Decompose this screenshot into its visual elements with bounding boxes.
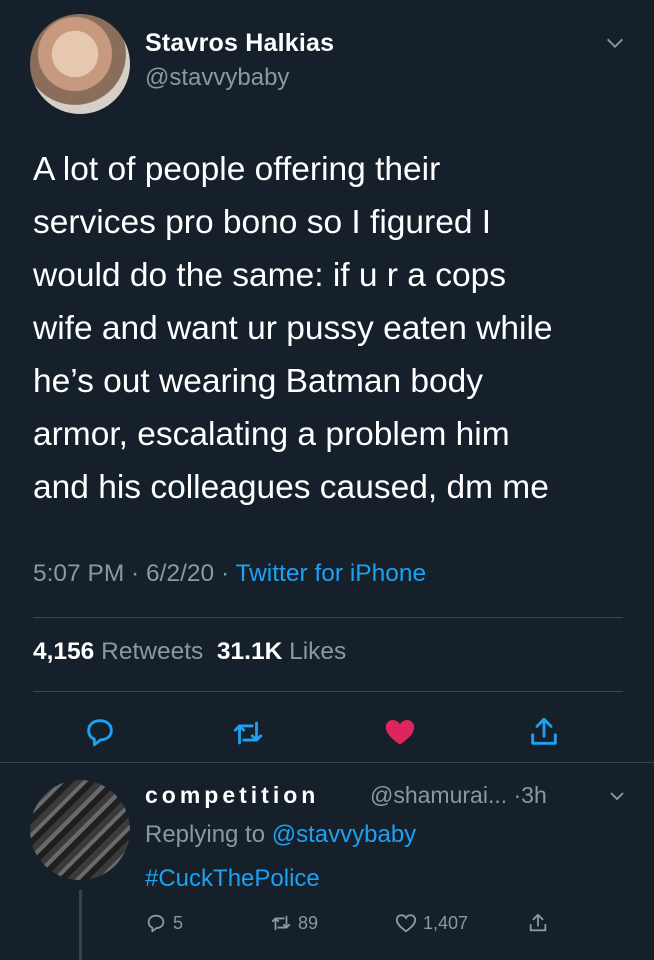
replying-to: Replying to @stavvybaby (145, 821, 416, 849)
share-icon (529, 913, 547, 932)
reply-retweet-button[interactable]: 89 (270, 912, 318, 934)
reply-reply-button[interactable]: 5 (145, 912, 183, 934)
retweet-count: 89 (298, 912, 319, 933)
divider (33, 691, 623, 692)
reply-icon[interactable] (83, 715, 117, 749)
tweet-source[interactable]: Twitter for iPhone (236, 560, 427, 587)
likes-stat[interactable]: 31.1K Likes (217, 638, 346, 665)
retweet-icon (271, 915, 291, 931)
reply-display-name[interactable]: competition (145, 782, 319, 809)
retweet-icon[interactable] (231, 716, 265, 750)
tweet-meta: 5:07 PM · 6/2/20 · Twitter for iPhone (33, 560, 426, 588)
reply-share-button[interactable] (527, 912, 549, 934)
reply-handle-time[interactable]: @shamurai... ·3h (370, 782, 547, 809)
reply-icon (147, 914, 165, 933)
tweet-time[interactable]: 5:07 PM (33, 560, 124, 587)
thread-line (79, 890, 82, 960)
reply-like-button[interactable]: 1,407 (395, 912, 468, 934)
author-avatar[interactable] (30, 14, 130, 114)
reply-author-avatar[interactable] (30, 780, 130, 880)
chevron-down-icon[interactable] (608, 787, 626, 805)
likes-count: 31.1K (216, 638, 283, 665)
divider (0, 762, 654, 763)
reply-count: 5 (173, 912, 184, 933)
retweets-stat[interactable]: 4,156 Retweets (33, 638, 203, 665)
likes-label: Likes (289, 638, 347, 665)
author-handle[interactable]: @stavvybaby (145, 64, 289, 92)
retweets-count: 4,156 (33, 638, 95, 665)
heart-icon (395, 914, 417, 933)
chevron-down-icon[interactable] (604, 32, 626, 54)
tweet-date[interactable]: 6/2/20 (146, 560, 214, 587)
like-count: 1,407 (423, 912, 469, 933)
author-display-name[interactable]: Stavros Halkias (145, 29, 334, 58)
reply-text[interactable]: #CuckThePolice (145, 865, 320, 893)
meta-separator: · (124, 560, 147, 587)
share-icon[interactable] (527, 715, 561, 749)
replying-prefix: Replying to (145, 821, 266, 848)
replying-handle[interactable]: @stavvybaby (272, 821, 416, 848)
divider (33, 617, 623, 618)
tweet-text: A lot of people offering their services … (33, 151, 553, 506)
meta-separator: · (214, 560, 236, 587)
retweets-label: Retweets (101, 638, 204, 665)
tweet-stats: 4,156 Retweets 31.1K Likes (33, 638, 346, 666)
heart-icon[interactable] (383, 715, 417, 749)
